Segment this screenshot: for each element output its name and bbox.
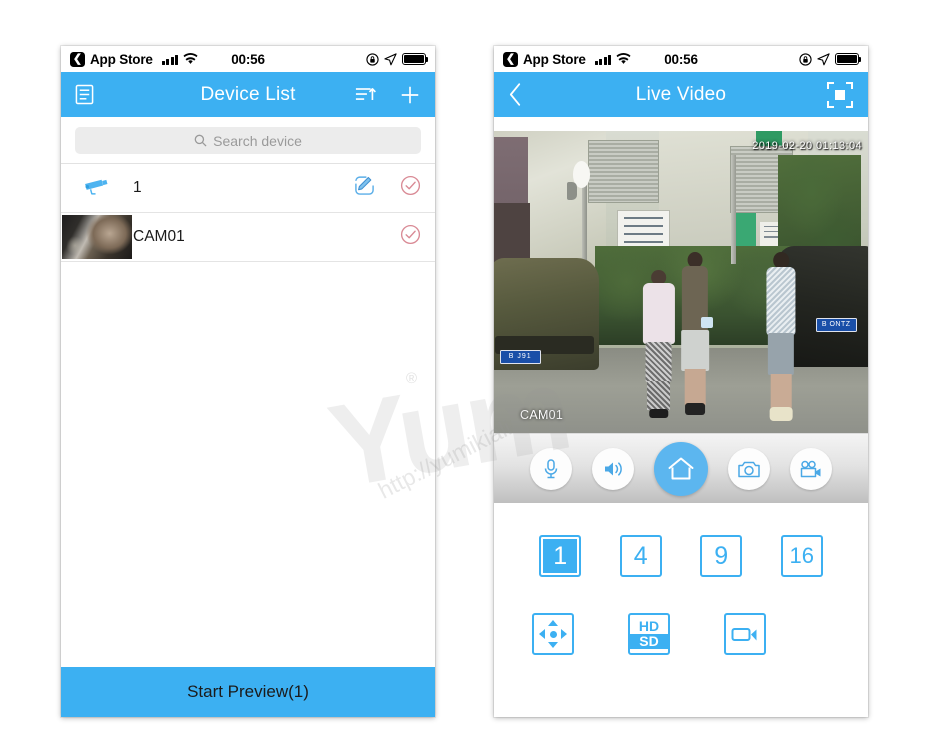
device-name: 1 (133, 179, 142, 196)
sort-ascending-icon[interactable] (355, 85, 377, 104)
scene-person (763, 251, 799, 421)
search-icon (194, 134, 207, 147)
phone-device-list: ❮ App Store 00:56 Device List Search dev… (61, 46, 435, 717)
device-row-actions (354, 175, 421, 201)
microphone-icon[interactable] (530, 447, 572, 490)
start-preview-button[interactable]: Start Preview(1) (61, 667, 435, 717)
device-thumbnail-cell (61, 214, 133, 261)
snapshot-camera-icon[interactable] (728, 447, 770, 490)
live-video-feed[interactable]: B J91 B ONTZ 2019-02-20 01:13:04 CAM01 (494, 131, 868, 433)
scene-surveillance-camera (566, 182, 578, 201)
quality-sd-label: SD (630, 634, 668, 649)
chevron-left-icon[interactable] (508, 82, 523, 107)
scene-license-plate-left: B J91 (499, 349, 541, 364)
tool-row: HD SD (494, 613, 868, 655)
check-circle-icon[interactable] (400, 175, 421, 201)
split-1-button[interactable]: 1 (539, 535, 582, 577)
navbar-live-video: Live Video (494, 72, 868, 117)
status-bar-right: ❮ App Store 00:56 (494, 46, 868, 72)
split-9-button[interactable]: 9 (700, 535, 743, 577)
scene-license-plate-right: B ONTZ (815, 318, 857, 332)
navbar-actions (355, 84, 421, 106)
scene-green-window (735, 212, 756, 249)
quality-hd-label: HD (638, 618, 660, 634)
status-clock: 00:56 (231, 51, 265, 67)
table-row[interactable]: 1 (61, 164, 435, 213)
cctv-camera-icon (85, 179, 108, 195)
split-4-button[interactable]: 4 (619, 535, 662, 577)
search-container: Search device (61, 117, 435, 163)
split-16-button[interactable]: 16 (780, 535, 823, 577)
device-icon-cell (61, 177, 133, 199)
status-bar-left: ❮ App Store 00:56 (61, 46, 435, 72)
search-input[interactable]: Search device (75, 127, 421, 154)
scene-louver-panel (587, 140, 659, 204)
video-channel-label: CAM01 (520, 408, 564, 422)
video-top-gap (494, 117, 868, 131)
page-title: Live Video (635, 83, 727, 105)
video-timestamp: 2019-02-20 01:13:04 (752, 140, 862, 152)
navbar-device-list: Device List (61, 72, 435, 117)
video-thumbnail (62, 215, 132, 259)
layout-toolbar: 1 4 9 16 HD SD (494, 503, 868, 655)
scene-person (677, 251, 713, 415)
scene-person (640, 269, 677, 418)
device-row-actions (400, 224, 421, 250)
video-recorder-icon[interactable] (790, 447, 832, 490)
home-icon[interactable] (654, 441, 708, 496)
fullscreen-expand-icon[interactable] (826, 81, 854, 109)
plus-icon[interactable] (399, 84, 421, 106)
search-placeholder: Search device (213, 132, 302, 149)
list-menu-icon[interactable] (75, 84, 94, 105)
record-video-icon[interactable] (724, 613, 766, 655)
battery-icon (402, 53, 429, 65)
phone-live-video: ❮ App Store 00:56 Live Video B J91 B ONT… (494, 46, 868, 717)
check-circle-icon[interactable] (400, 224, 421, 250)
table-row[interactable]: CAM01 (61, 213, 435, 262)
speaker-icon[interactable] (592, 447, 634, 490)
ptz-directional-icon[interactable] (532, 613, 574, 655)
navbar-actions (826, 81, 854, 109)
screenshot-stage: ❮ App Store 00:56 Device List Search dev… (0, 0, 950, 741)
split-screen-row: 1 4 9 16 (494, 535, 868, 577)
device-name: CAM01 (133, 228, 185, 245)
battery-icon (835, 53, 862, 65)
scene-pole (731, 155, 736, 264)
quality-toggle-icon[interactable]: HD SD (628, 613, 670, 655)
status-clock: 00:56 (664, 51, 698, 67)
video-control-bar (494, 433, 868, 503)
edit-pencil-icon[interactable] (354, 175, 375, 201)
